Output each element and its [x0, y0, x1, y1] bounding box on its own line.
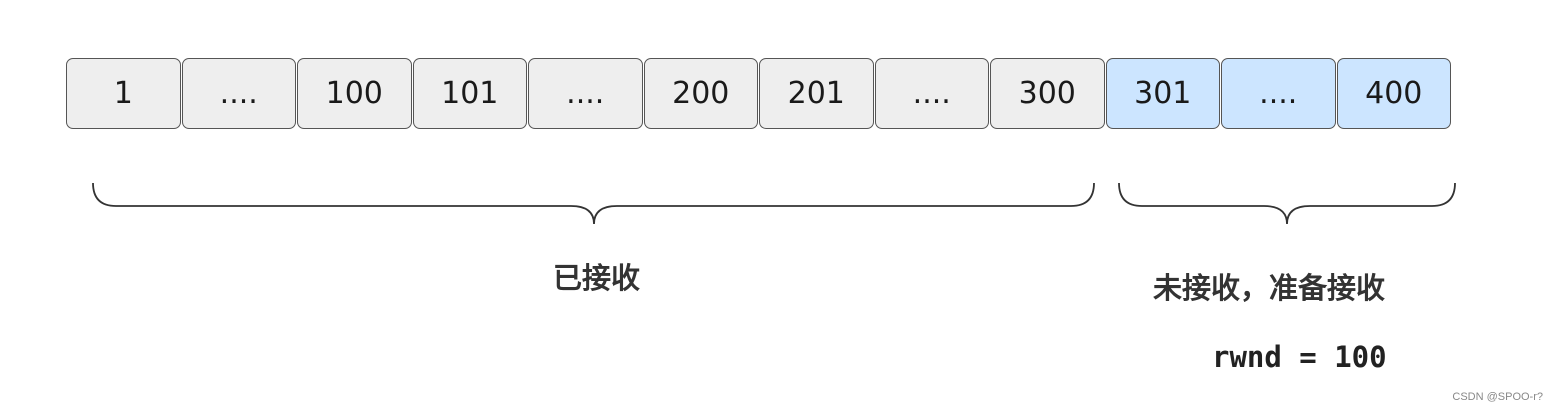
rwnd-label: rwnd = 100 — [1212, 340, 1387, 374]
pending-label: 未接收，准备接收 — [1153, 271, 1386, 305]
watermark: CSDN @SPOO-r? — [1452, 391, 1543, 403]
brace-pending — [1118, 182, 1456, 225]
received-label: 已接收 — [553, 261, 641, 295]
brace-received — [92, 182, 1095, 225]
braces — [92, 182, 1456, 225]
